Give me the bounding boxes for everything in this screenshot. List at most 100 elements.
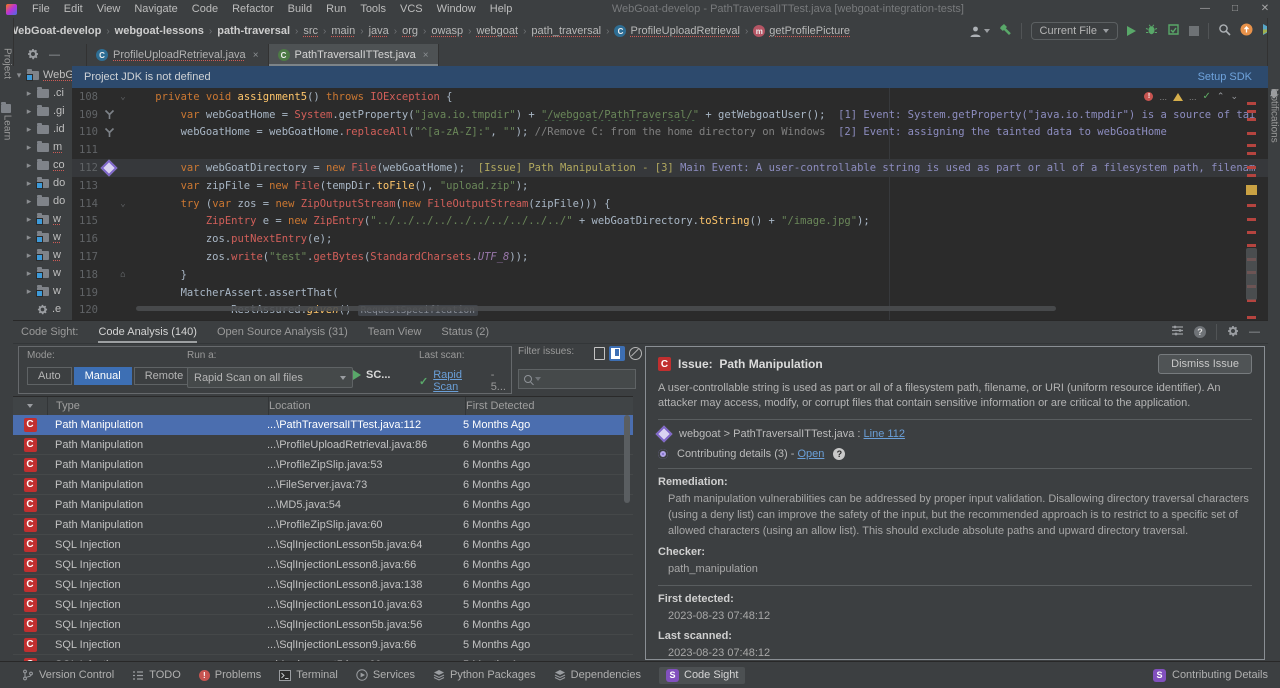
error-stripe-mark[interactable] <box>1247 152 1256 155</box>
coverage-run-icon[interactable] <box>1167 23 1180 39</box>
breadcrumb-item[interactable]: webgoat <box>476 25 518 37</box>
editor-tab[interactable]: CProfileUploadRetrieval.java× <box>87 44 269 66</box>
close-tab-icon[interactable]: × <box>253 50 259 61</box>
menu-build[interactable]: Build <box>281 3 319 15</box>
status-item-code-sight[interactable]: SCode Sight <box>659 667 745 684</box>
tool-stripe-notifications[interactable]: Notifications <box>1269 88 1280 142</box>
issue-row[interactable]: CSQL Injection...\SqlInjectionLesson5b.j… <box>13 615 633 635</box>
run-config-select[interactable]: Current File <box>1031 22 1118 40</box>
mode-remote-button[interactable]: Remote <box>134 367 195 385</box>
tree-item[interactable]: ▸.ci <box>13 84 72 102</box>
fold-marker[interactable]: ⌂ <box>117 270 129 280</box>
column-header-type[interactable]: Type <box>48 397 269 415</box>
tree-item[interactable]: ▸do <box>13 174 72 192</box>
code-line[interactable]: 119 MatcherAssert.assertThat( <box>72 284 1268 302</box>
tree-item[interactable]: ▸w <box>13 264 72 282</box>
issue-row[interactable]: CPath Manipulation...\MD5.java:546 Month… <box>13 495 633 515</box>
chevron-right-icon[interactable]: ▸ <box>25 160 33 171</box>
table-scrollbar[interactable] <box>624 415 630 503</box>
code-line[interactable]: 112 var webGoatDirectory = new File(webG… <box>72 159 1268 177</box>
menu-help[interactable]: Help <box>483 3 520 15</box>
chevron-right-icon[interactable]: ▸ <box>25 232 33 243</box>
fold-marker[interactable]: ⌄ <box>117 199 129 209</box>
code-line[interactable]: 113 var zipFile = new File(tempDir.toFil… <box>72 177 1268 195</box>
editor-tab[interactable]: CPathTraversalITTest.java× <box>269 44 439 66</box>
code-line[interactable]: 117 zos.write("test".getBytes(StandardCh… <box>72 248 1268 266</box>
gear-icon[interactable] <box>27 48 39 63</box>
menu-code[interactable]: Code <box>185 3 225 15</box>
breadcrumb-item[interactable]: CProfileUploadRetrieval <box>614 25 739 37</box>
editor-scrollbar-thumb[interactable] <box>1246 248 1257 300</box>
chevron-right-icon[interactable]: ▸ <box>25 196 33 207</box>
status-item-dependencies[interactable]: Dependencies <box>554 669 641 681</box>
status-item-version-control[interactable]: Version Control <box>22 669 114 681</box>
scan-type-select[interactable]: Rapid Scan on all files <box>187 367 353 388</box>
debug-button[interactable] <box>1145 23 1158 39</box>
minimize-panel-icon[interactable]: — <box>1249 326 1260 338</box>
code-sight-tab[interactable]: Status (2) <box>441 321 489 343</box>
help-icon[interactable]: ? <box>1194 326 1206 338</box>
menu-view[interactable]: View <box>90 3 128 15</box>
tree-item[interactable]: .e <box>13 300 72 318</box>
error-stripe[interactable] <box>1246 88 1258 320</box>
last-scan-link[interactable]: Rapid Scan <box>433 369 485 393</box>
issue-row[interactable]: CSQL Injection...\SqlInjectionLesson9.ja… <box>13 635 633 655</box>
mode-manual-button[interactable]: Manual <box>74 367 132 385</box>
error-stripe-mark[interactable] <box>1247 110 1256 113</box>
issue-row[interactable]: CSQL Injection...\SqlInjectionLesson8.ja… <box>13 555 633 575</box>
status-item-python-packages[interactable]: Python Packages <box>433 669 536 681</box>
status-item-services[interactable]: Services <box>356 669 415 681</box>
stop-button[interactable] <box>1189 26 1199 36</box>
mode-auto-button[interactable]: Auto <box>27 367 72 385</box>
issue-row[interactable]: CSQL Injection...\SqlInjectionLesson8.ja… <box>13 575 633 595</box>
chevron-right-icon[interactable]: ▸ <box>25 88 33 99</box>
chevron-right-icon[interactable]: ▸ <box>25 268 33 279</box>
horizontal-scrollbar[interactable] <box>136 306 1056 311</box>
help-icon[interactable]: ? <box>833 448 845 460</box>
status-item-terminal[interactable]: Terminal <box>279 669 338 681</box>
tree-item[interactable]: ▾WebGo <box>13 66 72 84</box>
issue-row[interactable]: CPath Manipulation...\PathTraversalITTes… <box>13 415 633 435</box>
hide-panel-icon[interactable]: — <box>49 49 60 61</box>
error-stripe-mark[interactable] <box>1247 204 1256 207</box>
tree-item[interactable]: ▸.gi <box>13 102 72 120</box>
sort-arrow-icon[interactable] <box>27 404 33 408</box>
chevron-right-icon[interactable]: ▸ <box>25 286 33 297</box>
ide-update-icon[interactable] <box>1240 23 1253 39</box>
tree-item[interactable]: ▸.id <box>13 120 72 138</box>
tree-item[interactable]: ▸w <box>13 228 72 246</box>
menu-file[interactable]: File <box>25 3 57 15</box>
tree-item[interactable]: ▸do <box>13 192 72 210</box>
tree-item[interactable]: ▸w <box>13 246 72 264</box>
dismiss-issue-button[interactable]: Dismiss Issue <box>1158 354 1252 374</box>
tree-item[interactable]: ▸co <box>13 156 72 174</box>
breadcrumb-item[interactable]: src <box>303 25 318 37</box>
breadcrumb-item[interactable]: webgoat-lessons <box>115 25 204 37</box>
status-item-contributing-details[interactable]: SContributing Details <box>1153 669 1268 682</box>
chevron-right-icon[interactable]: ▸ <box>25 142 33 153</box>
code-line[interactable]: 116 zos.putNextEntry(e); <box>72 230 1268 248</box>
menu-navigate[interactable]: Navigate <box>127 3 184 15</box>
code-line[interactable]: 118⌂ } <box>72 266 1268 284</box>
breadcrumb-item[interactable]: org <box>402 25 418 37</box>
chevron-down-icon[interactable]: ▾ <box>15 70 23 81</box>
filter-suppressed-icon[interactable] <box>629 347 642 360</box>
chevron-right-icon[interactable]: ▸ <box>25 124 33 135</box>
breadcrumb-item[interactable]: WebGoat-develop <box>8 25 101 37</box>
issue-row[interactable]: CPath Manipulation...\FileServer.java:73… <box>13 475 633 495</box>
code-line[interactable]: 111 <box>72 141 1268 159</box>
error-stripe-mark[interactable] <box>1247 231 1256 234</box>
breadcrumb-item[interactable]: path_traversal <box>531 25 601 37</box>
menu-tools[interactable]: Tools <box>353 3 393 15</box>
chevron-right-icon[interactable]: ▸ <box>25 250 33 261</box>
issue-row[interactable]: CSQL Injection...\SqlInjectionLesson5b.j… <box>13 535 633 555</box>
menu-refactor[interactable]: Refactor <box>225 3 281 15</box>
breadcrumb-item[interactable]: owasp <box>431 25 463 37</box>
breadcrumb-item[interactable]: java <box>369 25 389 37</box>
breadcrumb-item[interactable]: main <box>331 25 355 37</box>
code-line[interactable]: 109 var webGoatHome = System.getProperty… <box>72 106 1268 124</box>
menu-window[interactable]: Window <box>430 3 483 15</box>
line-link[interactable]: Line 112 <box>864 428 905 440</box>
issue-marker-icon[interactable] <box>101 160 118 177</box>
filter-current-file-icon[interactable] <box>594 347 605 360</box>
